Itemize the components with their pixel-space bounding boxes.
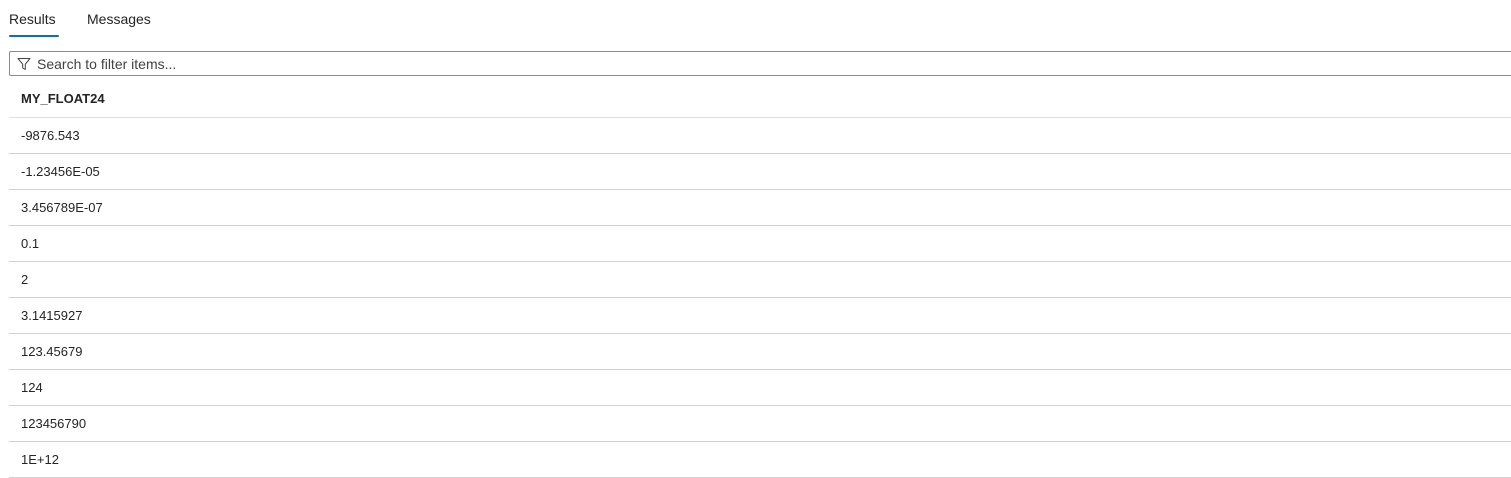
filter-icon (17, 58, 31, 70)
filter-input[interactable] (37, 54, 1507, 73)
table-cell[interactable]: 123456790 (21, 416, 86, 431)
table-row[interactable]: -9876.543 (9, 118, 1511, 154)
table-cell[interactable]: 3.1415927 (21, 308, 82, 323)
result-tabs: Results Messages (0, 0, 1511, 40)
tab-results[interactable]: Results (9, 10, 56, 28)
table-cell[interactable]: 3.456789E-07 (21, 200, 103, 215)
table-row[interactable]: 3.1415927 (9, 298, 1511, 334)
tab-messages[interactable]: Messages (87, 10, 151, 28)
table-cell[interactable]: 0.1 (21, 236, 39, 251)
table-row[interactable]: 3.456789E-07 (9, 190, 1511, 226)
table-cell[interactable]: 124 (21, 380, 43, 395)
column-header-row: MY_FLOAT24 (9, 82, 1511, 118)
table-cell[interactable]: 123.45679 (21, 344, 82, 359)
filter-box[interactable] (9, 51, 1511, 76)
column-header-my-float24[interactable]: MY_FLOAT24 (21, 91, 105, 106)
table-row[interactable]: 123456790 (9, 406, 1511, 442)
table-cell[interactable]: 1E+12 (21, 452, 59, 467)
table-row[interactable]: 0.1 (9, 226, 1511, 262)
table-row[interactable]: 123.45679 (9, 334, 1511, 370)
table-row[interactable]: 124 (9, 370, 1511, 406)
results-grid: MY_FLOAT24 -9876.543 -1.23456E-05 3.4567… (9, 82, 1511, 478)
table-cell[interactable]: 2 (21, 272, 28, 287)
table-cell[interactable]: -9876.543 (21, 128, 80, 143)
active-tab-indicator (9, 35, 59, 37)
table-row[interactable]: 1E+12 (9, 442, 1511, 478)
table-row[interactable]: -1.23456E-05 (9, 154, 1511, 190)
table-row[interactable]: 2 (9, 262, 1511, 298)
table-cell[interactable]: -1.23456E-05 (21, 164, 100, 179)
